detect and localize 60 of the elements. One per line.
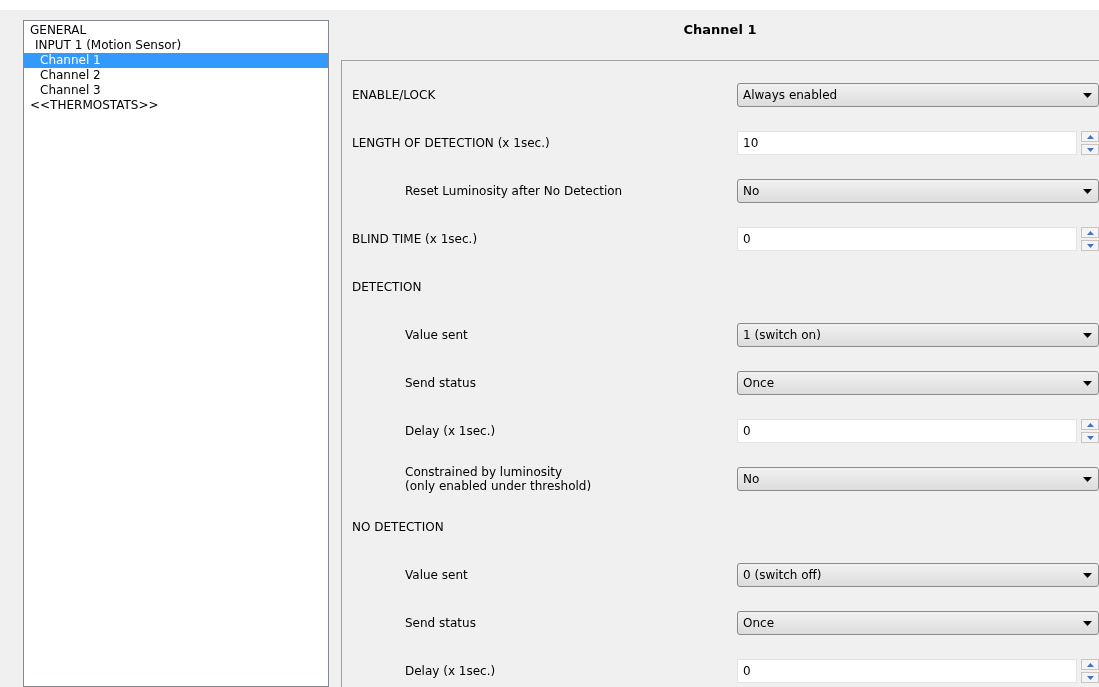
spin-up-button[interactable] <box>1081 227 1099 238</box>
up-arrow-icon <box>1086 422 1094 427</box>
caret-icon <box>1083 380 1092 386</box>
dropdown-value: 1 (switch on) <box>743 327 821 344</box>
dropdown-value: Once <box>743 615 775 632</box>
dropdown-value: No <box>743 183 760 200</box>
number-field[interactable]: 0 <box>737 227 1077 251</box>
setting-label: LENGTH OF DETECTION (x 1sec.) <box>352 136 551 150</box>
caret-icon <box>1083 620 1092 626</box>
dropdown-value: Once <box>743 375 775 392</box>
section-heading: NO DETECTION <box>352 520 445 534</box>
tree-item[interactable]: Channel 3 <box>24 83 328 98</box>
dropdown[interactable]: Once <box>737 371 1099 395</box>
tree-item[interactable]: GENERAL <box>24 23 328 38</box>
dropdown-value: 0 (switch off) <box>743 567 822 584</box>
tree-item[interactable]: <<THERMOSTATS>> <box>24 98 328 113</box>
spin-down-button[interactable] <box>1081 240 1099 251</box>
setting-label: Value sent <box>404 328 469 342</box>
setting-label: Delay (x 1sec.) <box>404 664 497 678</box>
dropdown[interactable]: 1 (switch on) <box>737 323 1099 347</box>
up-arrow-icon <box>1086 662 1094 667</box>
tree-item[interactable]: Channel 2 <box>24 68 328 83</box>
spin-up-button[interactable] <box>1081 659 1099 670</box>
down-arrow-icon <box>1086 675 1094 680</box>
down-arrow-icon <box>1086 147 1094 152</box>
panel-title: Channel 1 <box>682 21 758 39</box>
dropdown[interactable]: No <box>737 179 1099 203</box>
caret-icon <box>1083 332 1092 338</box>
spin-down-button[interactable] <box>1081 144 1099 155</box>
number-field[interactable]: 0 <box>737 419 1077 443</box>
setting-label: Send status <box>404 616 477 630</box>
number-field[interactable]: 10 <box>737 131 1077 155</box>
dropdown[interactable]: 0 (switch off) <box>737 563 1099 587</box>
caret-icon <box>1083 188 1092 194</box>
caret-icon <box>1083 476 1092 482</box>
down-arrow-icon <box>1086 435 1094 440</box>
spin-up-button[interactable] <box>1081 419 1099 430</box>
setting-label: BLIND TIME (x 1sec.) <box>352 232 479 246</box>
up-arrow-icon <box>1086 230 1094 235</box>
dropdown-value: No <box>743 471 760 488</box>
dropdown-value: Always enabled <box>743 87 838 104</box>
section-heading: DETECTION <box>352 280 423 294</box>
dropdown[interactable]: Always enabled <box>737 83 1099 107</box>
setting-label: Reset Luminosity after No Detection <box>404 184 624 198</box>
caret-icon <box>1083 92 1092 98</box>
tree-item[interactable]: INPUT 1 (Motion Sensor) <box>24 38 328 53</box>
spin-down-button[interactable] <box>1081 432 1099 443</box>
down-arrow-icon <box>1086 243 1094 248</box>
dropdown[interactable]: Once <box>737 611 1099 635</box>
setting-label: Constrained by luminosity (only enabled under threshold) <box>404 465 593 493</box>
setting-label: Value sent <box>404 568 469 582</box>
setting-label: Delay (x 1sec.) <box>404 424 497 438</box>
spin-up-button[interactable] <box>1081 131 1099 142</box>
up-arrow-icon <box>1086 134 1094 139</box>
dropdown[interactable]: No <box>737 467 1099 491</box>
setting-label: Send status <box>404 376 477 390</box>
spin-down-button[interactable] <box>1081 672 1099 683</box>
caret-icon <box>1083 572 1092 578</box>
number-field[interactable]: 0 <box>737 659 1077 683</box>
setting-label: ENABLE/LOCK <box>352 88 437 102</box>
